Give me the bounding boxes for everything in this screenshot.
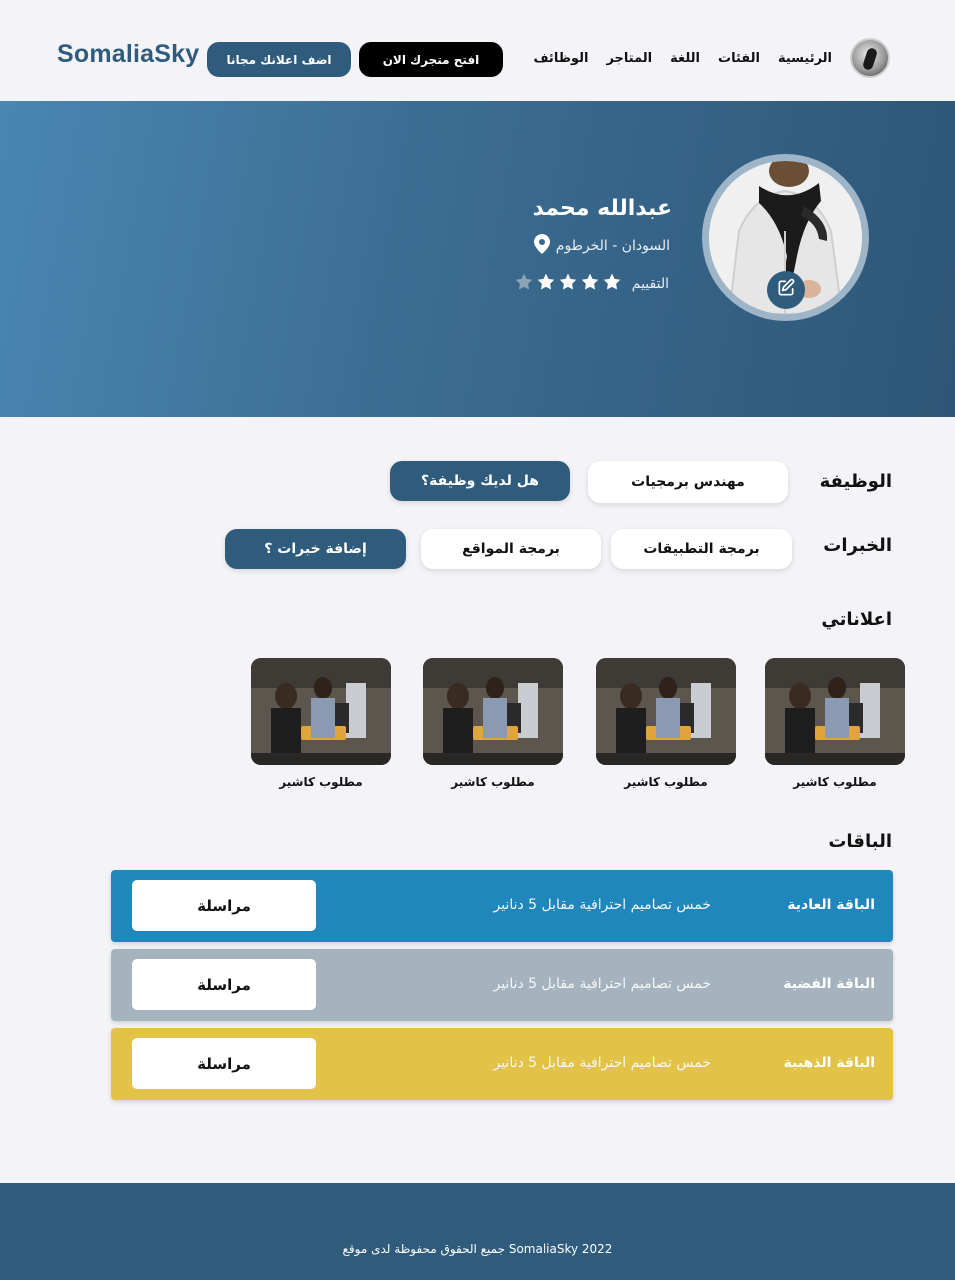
edit-pencil-icon <box>776 278 796 302</box>
job-label: الوظيفة <box>819 471 892 492</box>
ad-image <box>596 658 736 765</box>
message-button[interactable]: مراسلة <box>132 1038 316 1089</box>
star-filled-icon <box>580 272 600 296</box>
ad-title: مطلوب كاشير <box>793 775 877 789</box>
nav-item-language[interactable]: اللغة <box>670 51 700 66</box>
ad-title: مطلوب كاشير <box>451 775 535 789</box>
nav-item-home[interactable]: الرئيسية <box>778 51 832 66</box>
ad-card[interactable]: مطلوب كاشير <box>765 658 905 789</box>
package-gold: الباقة الذهبية خمس تصاميم احترافية مقابل… <box>111 1028 893 1100</box>
package-regular: الباقة العادية خمس تصاميم احترافية مقابل… <box>111 870 893 942</box>
main-nav: الرئيسية الفئات اللغة المتاجر الوظائف <box>533 51 832 66</box>
profile-rating: التقييم <box>514 272 669 296</box>
my-ads-title: اعلاناتي <box>821 609 892 630</box>
rating-label: التقييم <box>631 276 669 292</box>
edit-profile-button[interactable] <box>767 271 805 309</box>
skill-pill: برمجة المواقع <box>421 529 601 569</box>
nav-item-jobs[interactable]: الوظائف <box>533 51 588 66</box>
package-name: الباقة العادية <box>787 897 875 913</box>
packages-title: الباقات <box>828 831 892 852</box>
ad-card[interactable]: مطلوب كاشير <box>251 658 391 789</box>
ad-title: مطلوب كاشير <box>279 775 363 789</box>
package-name: الباقة الذهبية <box>783 1055 875 1071</box>
star-filled-icon <box>602 272 622 296</box>
ad-card[interactable]: مطلوب كاشير <box>596 658 736 789</box>
message-button[interactable]: مراسلة <box>132 880 316 931</box>
message-button[interactable]: مراسلة <box>132 959 316 1010</box>
star-filled-icon <box>536 272 556 296</box>
skill-pill: برمجة التطبيقات <box>611 529 792 569</box>
site-footer: SomaliaSky 2022 جميع الحقوق محفوظة لدى م… <box>0 1183 955 1280</box>
ad-image <box>765 658 905 765</box>
location-text: السودان - الخرطوم <box>555 238 670 254</box>
ad-image <box>423 658 563 765</box>
package-silver: الباقة الفضية خمس تصاميم احترافية مقابل … <box>111 949 893 1021</box>
add-ad-free-button[interactable]: اضف اعلانك مجانا <box>207 42 351 77</box>
site-header: SomaliaSky اضف اعلانك مجانا افتح متجرك ا… <box>0 0 955 101</box>
package-description: خمس تصاميم احترافية مقابل 5 دنانير <box>493 897 711 913</box>
copyright-text: SomaliaSky 2022 جميع الحقوق محفوظة لدى م… <box>342 1242 613 1256</box>
star-filled-icon <box>558 272 578 296</box>
ad-title: مطلوب كاشير <box>624 775 708 789</box>
nav-item-categories[interactable]: الفئات <box>718 51 760 66</box>
user-avatar[interactable] <box>850 38 890 78</box>
nav-item-stores[interactable]: المتاجر <box>606 51 652 66</box>
add-job-button[interactable]: هل لديك وظيفة؟ <box>390 461 570 501</box>
package-name: الباقة الفضية <box>783 976 875 992</box>
location-pin-icon <box>533 234 550 258</box>
ad-card[interactable]: مطلوب كاشير <box>423 658 563 789</box>
package-description: خمس تصاميم احترافية مقابل 5 دنانير <box>493 1055 711 1071</box>
open-store-button[interactable]: افتح متجرك الان <box>359 42 503 77</box>
profile-location: السودان - الخرطوم <box>533 234 670 258</box>
skills-label: الخبرات <box>823 535 892 556</box>
profile-name: عبدالله محمد <box>532 196 672 221</box>
star-empty-icon <box>514 272 534 296</box>
add-skills-button[interactable]: إضافة خبرات ؟ <box>225 529 406 569</box>
job-title-pill: مهندس برمجيات <box>588 461 788 503</box>
site-logo[interactable]: SomaliaSky <box>57 40 199 69</box>
package-description: خمس تصاميم احترافية مقابل 5 دنانير <box>493 976 711 992</box>
ad-image <box>251 658 391 765</box>
rating-stars <box>514 272 622 296</box>
